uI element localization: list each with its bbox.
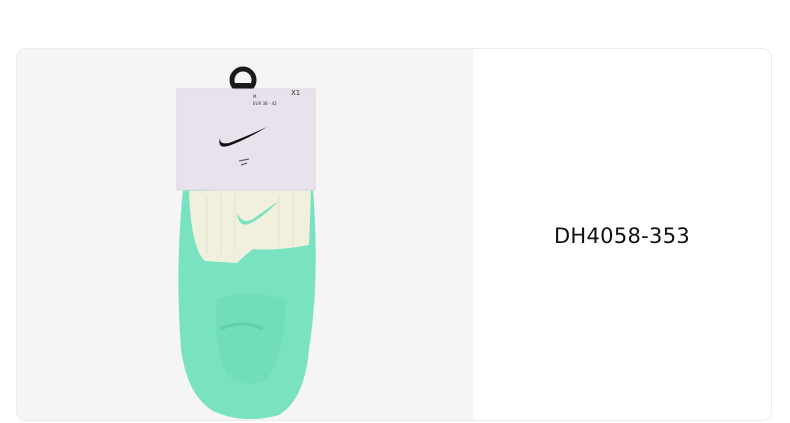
product-image[interactable]: M EUR 38 - 42 X1 <box>17 49 473 420</box>
tag-size-range: EUR 38 - 42 <box>253 101 277 106</box>
packaging-tag <box>177 89 315 190</box>
tag-quantity: X1 <box>291 89 300 97</box>
product-sku: DH4058-353 <box>553 223 691 248</box>
product-card[interactable]: M EUR 38 - 42 X1 DH4058-353 <box>16 48 772 421</box>
sock-illustration: M EUR 38 - 42 X1 <box>176 66 316 420</box>
product-info: DH4058-353 <box>473 49 771 420</box>
tag-size: M <box>253 94 257 99</box>
